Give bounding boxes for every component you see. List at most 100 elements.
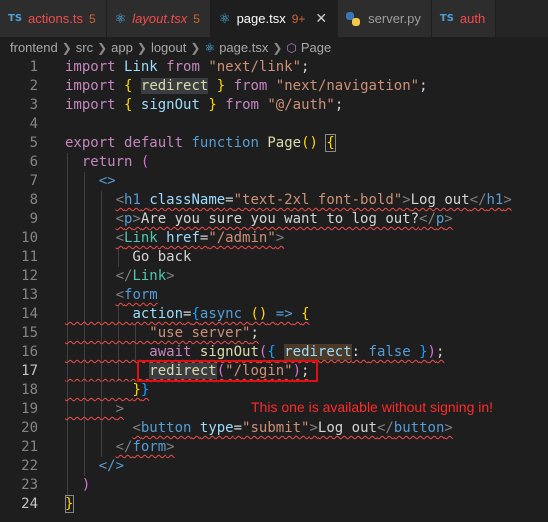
typescript-icon: TS — [439, 13, 454, 24]
code-text: <Link href="/admin"> — [115, 230, 285, 246]
chevron-right-icon: ❯ — [136, 40, 147, 55]
line-number: 16 — [21, 344, 38, 360]
code-line: 6 return ( — [0, 153, 548, 172]
tab-label: actions.ts — [28, 11, 83, 26]
problem-count-badge: 5 — [88, 11, 96, 26]
chevron-right-icon: ❯ — [97, 40, 108, 55]
code-line: 23 ) — [0, 476, 548, 495]
tab-page-tsx[interactable]: ⚛ page.tsx 9+ ✕ — [210, 0, 339, 37]
line-number: 9 — [29, 211, 38, 227]
line-number: 5 — [29, 135, 38, 151]
tab-label: server.py — [368, 11, 421, 26]
typescript-icon: TS — [8, 13, 23, 24]
line-number: 10 — [21, 230, 38, 246]
problem-count-badge: 5 — [193, 11, 200, 26]
react-icon: ⚛ — [218, 10, 231, 26]
line-number: 23 — [21, 477, 38, 493]
chevron-right-icon: ❯ — [190, 40, 201, 55]
breadcrumb-item-logout[interactable]: logout — [151, 40, 186, 55]
code-line: 22 </> — [0, 457, 548, 476]
code-line: 4 — [0, 115, 548, 134]
code-text: </> — [98, 458, 125, 474]
code-line: 2 import { redirect } from "next/navigati… — [0, 77, 548, 96]
code-text: <p>Are you sure you want to log out?</p> — [115, 211, 453, 227]
line-number: 11 — [21, 249, 38, 265]
breadcrumb-item-symbol[interactable]: Page — [301, 40, 331, 55]
code-text: action={async () => { — [132, 306, 310, 322]
code-line: 12 </Link> — [0, 267, 548, 286]
tab-actions-ts[interactable]: TS actions.ts 5 — [0, 0, 107, 37]
line-number: 1 — [29, 59, 38, 75]
tab-auth[interactable]: TS auth — [431, 0, 497, 37]
code-line: 14 action={async () => { — [0, 305, 548, 324]
line-number: 2 — [29, 78, 38, 94]
code-line: 7 <> — [0, 172, 548, 191]
line-number: 12 — [21, 268, 38, 284]
code-editor[interactable]: 1 import Link from "next/link"; 2 import {… — [0, 58, 548, 522]
annotation-highlight-box — [137, 360, 318, 382]
code-line: 18 }} — [0, 381, 548, 400]
line-number: 22 — [21, 458, 38, 474]
line-number: 21 — [21, 439, 38, 455]
line-number: 6 — [29, 154, 38, 170]
chevron-right-icon: ❯ — [272, 40, 283, 55]
code-text: "use server"; — [149, 325, 259, 341]
text-cursor — [65, 495, 74, 513]
tab-server-py[interactable]: server.py — [338, 0, 432, 37]
tab-label: layout.tsx — [132, 11, 188, 26]
code-line: 5 export default function Page() { — [0, 134, 548, 153]
code-line: 1 import Link from "next/link"; — [0, 58, 548, 77]
code-text: export default function Page() { — [65, 134, 336, 152]
code-line: 15 "use server"; — [0, 324, 548, 343]
code-line: 24} — [0, 495, 548, 514]
close-icon[interactable]: ✕ — [315, 10, 327, 27]
line-number: 19 — [21, 401, 38, 417]
code-line: 9 <p>Are you sure you want to log out?</… — [0, 210, 548, 229]
code-text: import Link from "next/link"; — [65, 59, 310, 75]
tab-label: auth — [459, 11, 486, 26]
code-line: 13 <form — [0, 286, 548, 305]
breadcrumb: frontend ❯ src ❯ app ❯ logout ❯ ⚛ page.t… — [0, 37, 548, 58]
code-text: Go back — [65, 249, 192, 265]
code-text: <button type="submit">Log out</button> — [132, 420, 453, 436]
code-text: <form — [115, 287, 158, 303]
code-line: 8 <h1 className="text-2xl font-bold">Log… — [0, 191, 548, 210]
breadcrumb-item-frontend[interactable]: frontend — [10, 40, 58, 55]
react-icon: ⚛ — [204, 40, 216, 55]
line-number: 13 — [21, 287, 38, 303]
tab-label: page.tsx — [236, 11, 286, 26]
code-line: 3 import { signOut } from "@/auth"; — [0, 96, 548, 115]
line-number: 24 — [21, 496, 38, 512]
line-number: 3 — [29, 97, 38, 113]
annotation-text: This one is available without signing in… — [251, 399, 494, 415]
breadcrumb-item-file[interactable]: page.tsx — [219, 40, 268, 55]
code-line: 10 <Link href="/admin"> — [0, 229, 548, 248]
code-line: 20 <button type="submit">Log out</button… — [0, 419, 548, 438]
code-text: return ( — [81, 154, 150, 170]
react-icon: ⚛ — [114, 10, 127, 26]
line-number: 4 — [29, 116, 38, 132]
tab-bar: TS actions.ts 5 ⚛ layout.tsx 5 ⚛ page.ts… — [0, 0, 548, 37]
breadcrumb-item-app[interactable]: app — [111, 40, 133, 55]
line-number: 18 — [21, 382, 38, 398]
code-text: </Link> — [115, 268, 175, 284]
tab-layout-tsx[interactable]: ⚛ layout.tsx 5 — [106, 0, 211, 37]
line-number: 7 — [29, 173, 38, 189]
python-icon — [346, 11, 361, 26]
symbol-method-icon: ⬡ — [286, 40, 297, 55]
breadcrumb-item-src[interactable]: src — [76, 40, 93, 55]
line-number: 17 — [21, 363, 38, 379]
code-text: > — [115, 401, 125, 417]
code-text: <> — [98, 173, 116, 189]
code-line: 11 Go back — [0, 248, 548, 267]
code-text: }} — [132, 382, 150, 398]
code-text: </form> — [115, 439, 175, 455]
code-text: ) — [81, 477, 91, 493]
line-number: 20 — [21, 420, 38, 436]
problem-count-badge: 9+ — [291, 11, 306, 26]
line-number: 8 — [29, 192, 38, 208]
code-text: import { signOut } from "@/auth"; — [65, 97, 344, 113]
line-number: 14 — [21, 306, 38, 322]
line-number: 15 — [21, 325, 38, 341]
code-text: <h1 className="text-2xl font-bold">Log o… — [115, 192, 512, 208]
